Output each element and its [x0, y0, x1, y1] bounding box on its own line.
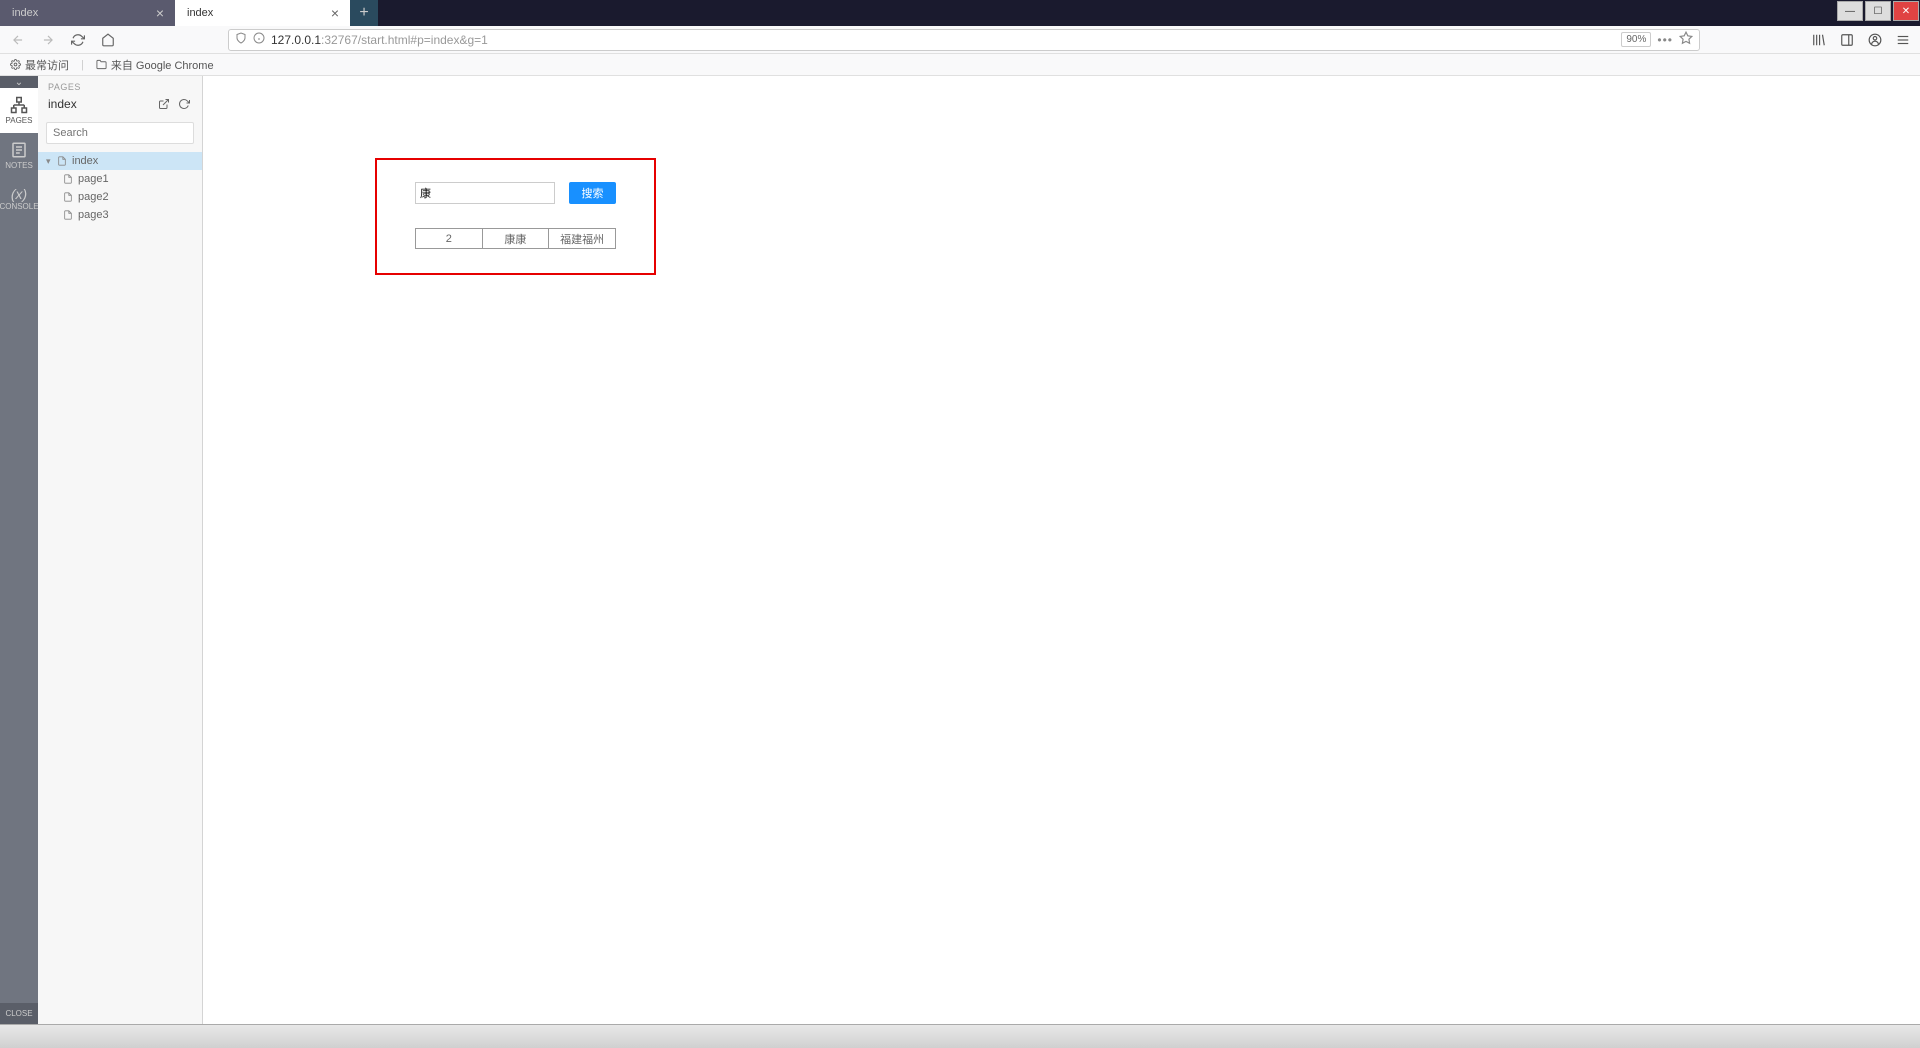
home-button[interactable]	[98, 30, 118, 50]
left-rail: ⌄ PAGES NOTES (x) CONSOLE CLOSE	[0, 76, 38, 1024]
maximize-button[interactable]: ☐	[1865, 1, 1891, 21]
back-button[interactable]	[8, 30, 28, 50]
search-input[interactable]	[46, 122, 194, 144]
library-icon[interactable]	[1810, 31, 1828, 49]
pages-panel: PAGES index ▾ index	[38, 76, 203, 1024]
tree-root[interactable]: ▾ index	[38, 152, 202, 170]
cell-name: 康康	[482, 229, 549, 249]
close-window-button[interactable]: ✕	[1893, 1, 1919, 21]
more-icon[interactable]: •••	[1657, 33, 1673, 47]
url-text: 127.0.0.1:32767/start.html#p=index&g=1	[271, 33, 1615, 47]
export-icon[interactable]	[156, 96, 172, 112]
pages-tree: ▾ index page1 page2	[38, 148, 202, 228]
tab-title: index	[12, 7, 153, 19]
tab-title: index	[187, 7, 328, 19]
app-body: ⌄ PAGES NOTES (x) CONSOLE CLOSE PAGES in…	[0, 76, 1920, 1024]
minimize-button[interactable]: —	[1837, 1, 1863, 21]
info-icon[interactable]	[253, 32, 265, 47]
chevron-down-icon[interactable]: ▾	[46, 156, 56, 167]
rail-notes[interactable]: NOTES	[0, 133, 38, 178]
tree-item-page3[interactable]: page3	[38, 206, 202, 224]
url-input[interactable]: 127.0.0.1:32767/start.html#p=index&g=1 9…	[228, 29, 1700, 51]
shield-icon[interactable]	[235, 32, 247, 47]
browser-tabs: index × index × + — ☐ ✕	[0, 0, 1920, 26]
page-icon	[62, 192, 74, 202]
rail-console[interactable]: (x) CONSOLE	[0, 178, 38, 219]
panel-title: index	[48, 97, 152, 111]
panel-header: PAGES	[38, 76, 202, 94]
page-icon	[62, 174, 74, 184]
account-icon[interactable]	[1866, 31, 1884, 49]
demo-box: 搜索 2 康康 福建福州	[375, 158, 656, 275]
search-row: 搜索	[415, 182, 616, 204]
close-icon[interactable]: ×	[328, 6, 342, 20]
bookmark-star-icon[interactable]	[1679, 31, 1693, 48]
table-row: 2 康康 福建福州	[416, 229, 616, 249]
sidebar-icon[interactable]	[1838, 31, 1856, 49]
panel-title-row: index	[38, 94, 202, 118]
content-area: 搜索 2 康康 福建福州	[203, 76, 1920, 1024]
search-field[interactable]	[415, 182, 555, 204]
url-bar: 127.0.0.1:32767/start.html#p=index&g=1 9…	[0, 26, 1920, 54]
browser-tab-0[interactable]: index ×	[0, 0, 175, 26]
forward-button[interactable]	[38, 30, 58, 50]
page-icon	[62, 210, 74, 220]
browser-tab-1[interactable]: index ×	[175, 0, 350, 26]
bookmark-from-chrome[interactable]: 来自 Google Chrome	[96, 57, 214, 73]
new-tab-button[interactable]: +	[350, 0, 378, 26]
cell-id: 2	[416, 229, 483, 249]
zoom-level[interactable]: 90%	[1621, 32, 1651, 47]
reload-button[interactable]	[68, 30, 88, 50]
tree-item-page2[interactable]: page2	[38, 188, 202, 206]
collapse-icon[interactable]: ⌄	[0, 76, 38, 88]
close-icon[interactable]: ×	[153, 6, 167, 20]
taskbar[interactable]	[0, 1024, 1920, 1048]
page-icon	[56, 156, 68, 166]
window-controls: — ☐ ✕	[1836, 0, 1920, 26]
menu-icon[interactable]	[1894, 31, 1912, 49]
search-button[interactable]: 搜索	[569, 182, 616, 204]
cell-location: 福建福州	[549, 229, 616, 249]
panel-search	[46, 122, 194, 144]
tree-item-page1[interactable]: page1	[38, 170, 202, 188]
bookmark-most-visited[interactable]: 最常访问	[10, 57, 69, 73]
rail-pages[interactable]: PAGES	[0, 88, 38, 133]
results-table: 2 康康 福建福州	[415, 228, 616, 249]
rail-close[interactable]: CLOSE	[0, 1003, 38, 1024]
refresh-icon[interactable]	[176, 96, 192, 112]
bookmarks-bar: 最常访问 | 来自 Google Chrome	[0, 54, 1920, 76]
